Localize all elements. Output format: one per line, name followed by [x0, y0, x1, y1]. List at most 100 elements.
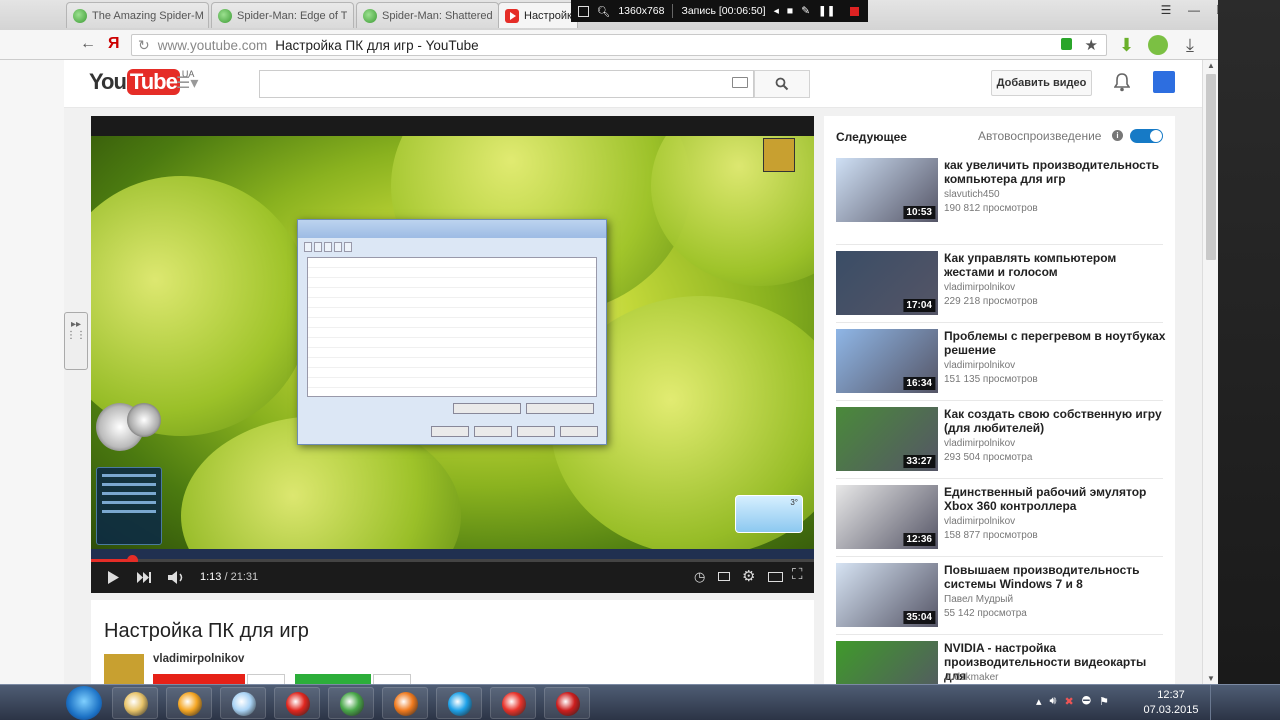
video-thumbnail[interactable] [836, 641, 938, 684]
taskbar-app-settings[interactable] [382, 687, 428, 719]
watch-later-icon[interactable]: ◷ [694, 569, 705, 585]
show-desktop-button[interactable] [1210, 685, 1224, 720]
window-icon[interactable] [578, 5, 589, 17]
video-frame[interactable]: 3° [91, 116, 814, 559]
volume-icon[interactable] [168, 570, 186, 585]
download-arrow-green-icon[interactable]: ⬇ [1119, 35, 1139, 55]
page-scrollbar[interactable]: ▲ ▼ [1202, 60, 1218, 684]
yandex-logo-icon[interactable]: Я [108, 35, 120, 53]
dialog-startup-list [307, 257, 597, 397]
up-next-video-item[interactable]: 16:34 Проблемы с перегревом в ноутбуках р… [836, 329, 1166, 395]
scroll-up-arrow-icon[interactable]: ▲ [1207, 61, 1215, 70]
youtube-masthead: You Tube UA ☰▾ Добавить видео [64, 60, 1202, 108]
scrollbar-thumb[interactable] [1206, 74, 1216, 260]
up-next-video-item[interactable]: 12:36 Единственный рабочий эмулятор Xbox … [836, 485, 1166, 551]
camera-icon[interactable]: ■ [787, 5, 793, 17]
up-next-video-item[interactable]: NVIDIA - настройка производительности ви… [836, 641, 1166, 684]
video-item-title[interactable]: Как создать свою собственную игру (для л… [944, 407, 1166, 435]
video-item-views: 55 142 просмотра [944, 608, 1027, 619]
taskbar-app-yandex-browser[interactable] [490, 687, 536, 719]
yandex-browser-icon [502, 692, 526, 716]
browser-tab[interactable]: The Amazing Spider-M [66, 2, 209, 28]
subtitles-icon[interactable] [718, 572, 730, 581]
play-icon[interactable] [107, 571, 119, 584]
side-panel-handle[interactable]: ▸▸ ⋮⋮ [64, 312, 88, 370]
search-input[interactable] [259, 70, 754, 98]
channel-name[interactable]: vladimirpolnikov [153, 653, 244, 665]
browser-tab-active[interactable]: Настройка [498, 2, 578, 28]
lock-icon[interactable] [1061, 38, 1072, 50]
recorder-resolution: 1360x768 [618, 5, 665, 17]
tab-title: Настройка [524, 9, 577, 22]
search-icon[interactable]: 🔍︎ [597, 5, 610, 18]
video-item-channel: slavutich450 [944, 189, 1000, 200]
up-next-video-item[interactable]: 10:53 как увеличить производительность ко… [836, 158, 1166, 224]
video-item-channel: Jud1kmaker [944, 672, 999, 683]
minimize-button[interactable]: — [1180, 0, 1208, 20]
taskbar-app-explorer[interactable] [112, 687, 158, 719]
video-gadget-weather: 3° [735, 495, 803, 533]
taskbar-app-recorder[interactable] [544, 687, 590, 719]
add-to-button[interactable] [295, 674, 371, 684]
clock[interactable]: 12:37 07.03.2015 [1138, 688, 1204, 718]
next-icon[interactable] [137, 572, 151, 583]
info-icon[interactable]: i [1112, 130, 1123, 141]
guide-menu-icon[interactable]: ☰▾ [176, 73, 198, 93]
up-next-video-item[interactable]: 33:27 Как создать свою собственную игру (… [836, 407, 1166, 473]
notifications-bell-icon[interactable] [1114, 72, 1130, 92]
volume-icon[interactable]: 🔊︎ [1050, 695, 1057, 708]
video-item-title[interactable]: Повышаем производительность системы Wind… [944, 563, 1166, 591]
browser-tab[interactable]: Spider-Man: Shattered [356, 2, 499, 28]
taskbar-app-notepad[interactable] [220, 687, 266, 719]
video-item-title[interactable]: Проблемы с перегревом в ноутбуках решени… [944, 329, 1166, 357]
video-player[interactable]: 3° 1:13 / 21:31 ◷ ⚙ ⛶ [91, 116, 814, 593]
current-time: 1:13 [200, 571, 222, 583]
stop-record-icon[interactable] [849, 6, 859, 16]
video-item-title[interactable]: Единственный рабочий эмулятор Xbox 360 к… [944, 485, 1166, 513]
video-gadget-dial [127, 403, 161, 437]
scroll-down-arrow-icon[interactable]: ▼ [1207, 674, 1215, 683]
video-duration-badge: 10:53 [903, 206, 935, 219]
up-next-video-item[interactable]: 35:04 Повышаем производительность системы… [836, 563, 1166, 629]
settings-gear-icon[interactable]: ⚙ [742, 567, 755, 585]
back-arrow-icon[interactable]: ← [80, 35, 96, 53]
video-item-title[interactable]: как увеличить производительность компьют… [944, 158, 1166, 186]
autoplay-label: Автовоспроизведение [978, 129, 1102, 143]
menu-icon[interactable]: ☰ [1152, 0, 1180, 20]
youtube-page: You Tube UA ☰▾ Добавить видео 3° 1:13 / … [64, 60, 1202, 684]
reload-icon[interactable]: ↻ [138, 37, 150, 54]
keyboard-icon[interactable] [732, 77, 748, 88]
network-warning-icon[interactable]: ✖ [1064, 695, 1073, 708]
extension-icon[interactable] [1148, 35, 1168, 55]
usb-icon[interactable]: ⛔︎ [1082, 695, 1091, 708]
theater-mode-icon[interactable] [768, 572, 783, 582]
up-next-heading: Следующее [836, 130, 907, 144]
taskbar-app-skype[interactable] [436, 687, 482, 719]
downloads-icon[interactable]: ⤓ [1186, 35, 1206, 55]
pause-icon[interactable]: ❚❚ [818, 5, 836, 17]
search-button[interactable] [754, 70, 810, 98]
address-field[interactable]: ↻ www.youtube.com Настройка ПК для игр -… [131, 34, 1107, 56]
taskbar-app-media-player[interactable] [166, 687, 212, 719]
channel-avatar[interactable] [104, 654, 144, 684]
account-avatar[interactable] [1153, 71, 1175, 93]
subscribe-button[interactable] [153, 674, 245, 684]
taskbar-app-opera[interactable] [274, 687, 320, 719]
fullscreen-icon[interactable]: ⛶ [792, 566, 803, 583]
divider [836, 478, 1163, 479]
dialog-button [517, 426, 555, 437]
video-item-title[interactable]: Как управлять компьютером жестами и голо… [944, 251, 1166, 279]
collapse-icon[interactable]: ◂ [774, 5, 779, 17]
tray-expand-icon[interactable]: ▴ [1036, 695, 1042, 708]
divider [836, 634, 1163, 635]
video-duration-badge: 12:36 [903, 533, 935, 546]
bookmark-star-icon[interactable]: ★ [1085, 36, 1098, 54]
upload-video-button[interactable]: Добавить видео [991, 70, 1092, 96]
taskbar-app-chrome[interactable] [328, 687, 374, 719]
flag-icon[interactable]: ⚑ [1099, 695, 1109, 708]
pen-icon[interactable]: ✎ [801, 5, 810, 17]
up-next-video-item[interactable]: 17:04 Как управлять компьютером жестами и… [836, 251, 1166, 317]
browser-tab[interactable]: Spider-Man: Edge of T [211, 2, 354, 28]
start-button[interactable] [66, 686, 102, 720]
autoplay-toggle[interactable] [1130, 129, 1163, 143]
